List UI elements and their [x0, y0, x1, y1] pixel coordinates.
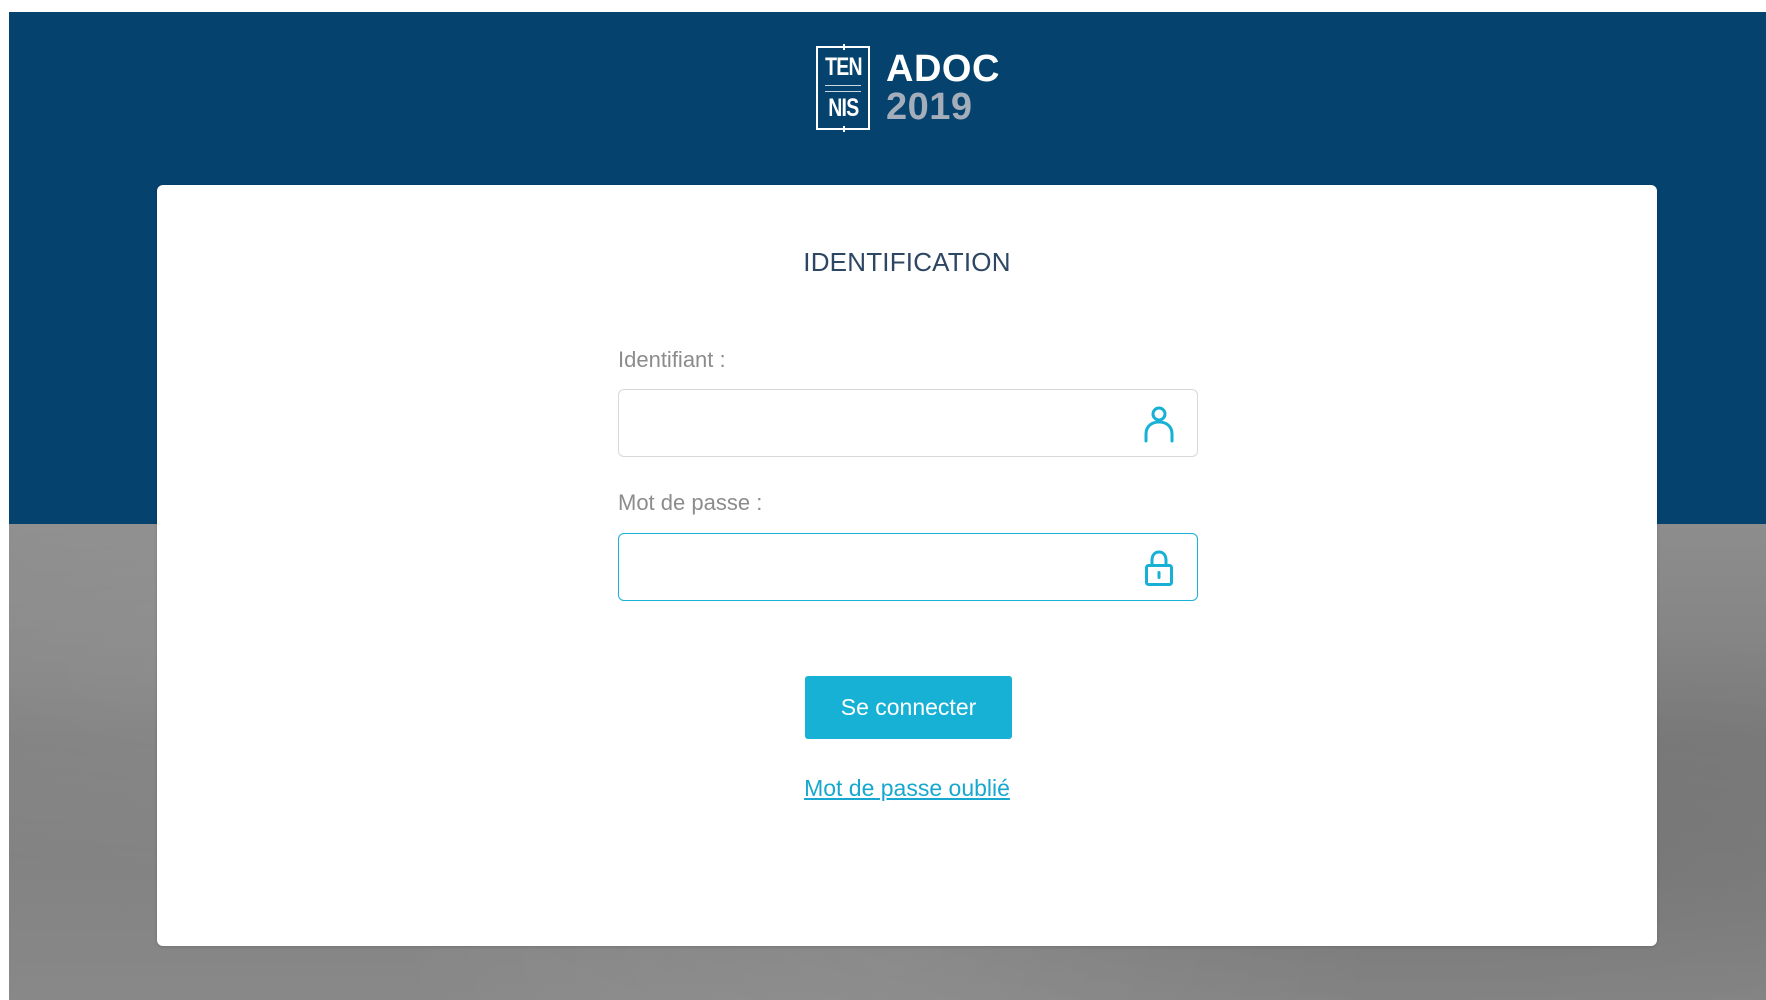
forgot-password-link[interactable]: Mot de passe oublié — [804, 775, 1010, 801]
login-page: TEN NIS ADOC 2019 IDENTIFICATION Identif… — [0, 0, 1766, 1000]
password-field-wrapper — [618, 533, 1198, 601]
username-input[interactable] — [619, 390, 1119, 456]
logo-line1: TEN — [824, 53, 862, 81]
logo-line2: NIS — [827, 94, 859, 122]
app-logo: TEN NIS ADOC 2019 — [816, 43, 1000, 133]
lock-icon — [1141, 549, 1177, 587]
page-title: IDENTIFICATION — [803, 247, 1011, 277]
tennis-logo-mark: TEN NIS — [816, 44, 870, 132]
password-label: Mot de passe : — [618, 490, 763, 515]
username-field-wrapper — [618, 389, 1198, 457]
login-button[interactable]: Se connecter — [805, 676, 1012, 739]
logo-divider — [825, 84, 861, 92]
logo-text: ADOC 2019 — [886, 50, 1000, 126]
password-input[interactable] — [619, 534, 1119, 600]
login-card: IDENTIFICATION Identifiant : Mot de pass… — [157, 185, 1657, 946]
user-icon — [1141, 405, 1177, 443]
username-label: Identifiant : — [618, 347, 726, 372]
app-name: ADOC — [886, 48, 1000, 90]
app-year: 2019 — [886, 86, 973, 128]
forgot-password-container: Mot de passe oublié — [157, 775, 1657, 802]
